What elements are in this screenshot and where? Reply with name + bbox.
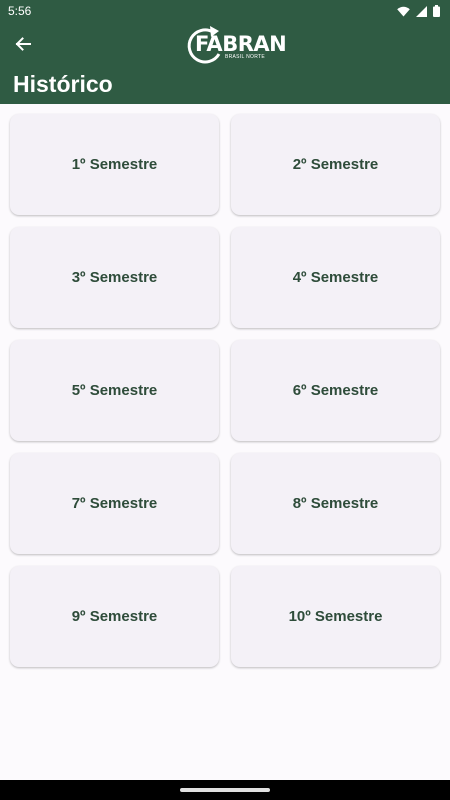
- semester-card-6[interactable]: 6º Semestre: [231, 340, 440, 441]
- home-indicator[interactable]: [180, 788, 270, 792]
- semester-label: 1º Semestre: [71, 156, 158, 173]
- back-button[interactable]: [8, 30, 38, 58]
- semester-label: 10º Semestre: [288, 608, 383, 625]
- semester-label: 8º Semestre: [292, 495, 379, 512]
- page-title: Histórico: [13, 71, 113, 97]
- app-bar: FABRAN BRASIL NORTE Histórico: [0, 22, 450, 104]
- semester-card-3[interactable]: 3º Semestre: [10, 227, 219, 328]
- status-time: 5:56: [8, 4, 32, 18]
- semester-card-9[interactable]: 9º Semestre: [10, 566, 219, 667]
- logo-text: FABRAN: [195, 32, 287, 56]
- semester-card-10[interactable]: 10º Semestre: [231, 566, 440, 667]
- semester-label: 3º Semestre: [71, 269, 158, 286]
- semester-card-7[interactable]: 7º Semestre: [10, 453, 219, 554]
- semester-label: 2º Semestre: [292, 156, 379, 173]
- semester-label: 5º Semestre: [71, 382, 158, 399]
- semester-label: 6º Semestre: [292, 382, 379, 399]
- status-bar: 5:56: [0, 0, 450, 22]
- semester-label: 4º Semestre: [292, 269, 379, 286]
- signal-icon: [416, 5, 427, 17]
- status-icons: [397, 5, 440, 17]
- fabran-logo: FABRAN BRASIL NORTE: [183, 24, 287, 68]
- semester-label: 7º Semestre: [71, 495, 158, 512]
- arrow-left-icon: [15, 37, 31, 51]
- semester-card-4[interactable]: 4º Semestre: [231, 227, 440, 328]
- navigation-bar: [0, 780, 450, 800]
- semester-label: 9º Semestre: [71, 608, 158, 625]
- semester-card-8[interactable]: 8º Semestre: [231, 453, 440, 554]
- semester-card-5[interactable]: 5º Semestre: [10, 340, 219, 441]
- semester-card-2[interactable]: 2º Semestre: [231, 114, 440, 215]
- logo-subtext: BRASIL NORTE: [225, 54, 265, 60]
- semester-grid: 1º Semestre 2º Semestre 3º Semestre 4º S…: [10, 114, 440, 667]
- battery-icon: [433, 5, 440, 17]
- wifi-icon: [397, 6, 410, 16]
- semester-card-1[interactable]: 1º Semestre: [10, 114, 219, 215]
